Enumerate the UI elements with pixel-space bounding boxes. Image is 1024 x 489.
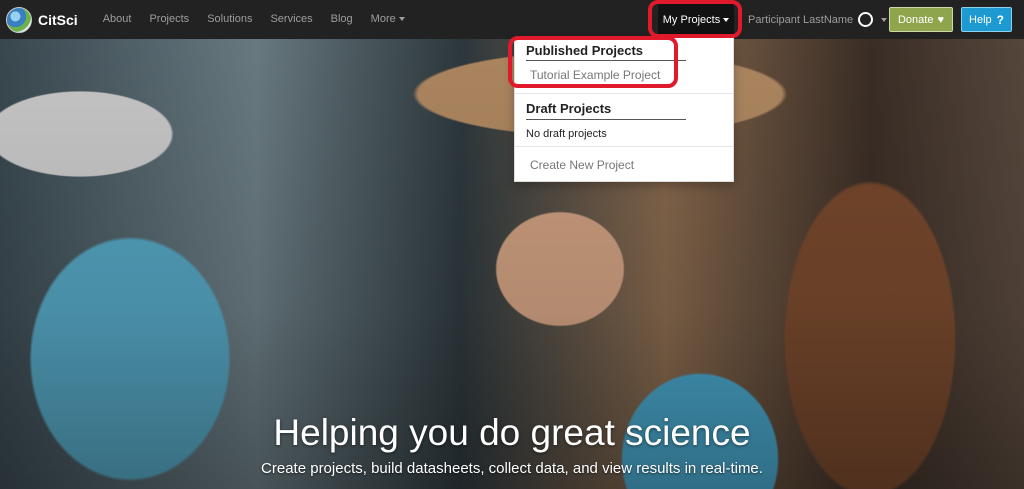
divider bbox=[526, 60, 686, 61]
nav-about[interactable]: About bbox=[94, 0, 141, 39]
donate-label: Donate bbox=[897, 13, 934, 26]
chevron-down-icon bbox=[881, 17, 888, 22]
my-projects-label: My Projects bbox=[662, 13, 721, 26]
my-projects-dropdown-menu: Published Projects Tutorial Example Proj… bbox=[514, 37, 734, 182]
main-nav: About Projects Solutions Services Blog M… bbox=[94, 0, 414, 39]
nav-projects[interactable]: Projects bbox=[140, 0, 198, 39]
divider bbox=[515, 93, 733, 94]
citsci-logo-icon bbox=[6, 6, 32, 33]
brand-home-link[interactable]: CitSci bbox=[6, 0, 78, 39]
user-menu-toggle[interactable]: Participant LastName bbox=[748, 0, 888, 39]
my-projects-dropdown-toggle[interactable]: My Projects bbox=[658, 3, 734, 36]
help-button[interactable]: Help ? bbox=[961, 7, 1012, 32]
nav-blog[interactable]: Blog bbox=[322, 0, 362, 39]
divider bbox=[515, 146, 733, 147]
chevron-down-icon bbox=[723, 17, 730, 22]
nav-more-label: More bbox=[370, 13, 396, 25]
hero-title: Helping you do great science bbox=[273, 412, 751, 453]
published-projects-header: Published Projects bbox=[526, 43, 644, 58]
divider bbox=[526, 119, 686, 120]
nav-solutions[interactable]: Solutions bbox=[198, 0, 261, 39]
donate-button[interactable]: Donate ♥ bbox=[889, 7, 953, 32]
brand-name: CitSci bbox=[38, 11, 78, 28]
question-icon: ? bbox=[996, 12, 1004, 27]
hero-banner: Helping you do great science Create proj… bbox=[0, 39, 1024, 489]
help-label: Help bbox=[969, 13, 992, 26]
avatar bbox=[858, 12, 874, 27]
draft-projects-header: Draft Projects bbox=[526, 101, 612, 116]
nav-services[interactable]: Services bbox=[261, 0, 321, 39]
hero-subtitle: Create projects, build datasheets, colle… bbox=[261, 460, 763, 477]
chevron-down-icon bbox=[398, 17, 405, 22]
published-project-item[interactable]: Tutorial Example Project bbox=[530, 68, 660, 82]
create-new-project-link[interactable]: Create New Project bbox=[530, 158, 634, 172]
top-navbar: CitSci About Projects Solutions Services… bbox=[0, 0, 1024, 39]
user-name: Participant LastName bbox=[748, 13, 854, 26]
nav-more-dropdown[interactable]: More bbox=[362, 0, 414, 39]
heart-icon: ♥ bbox=[937, 13, 944, 26]
no-drafts-text: No draft projects bbox=[526, 128, 607, 140]
